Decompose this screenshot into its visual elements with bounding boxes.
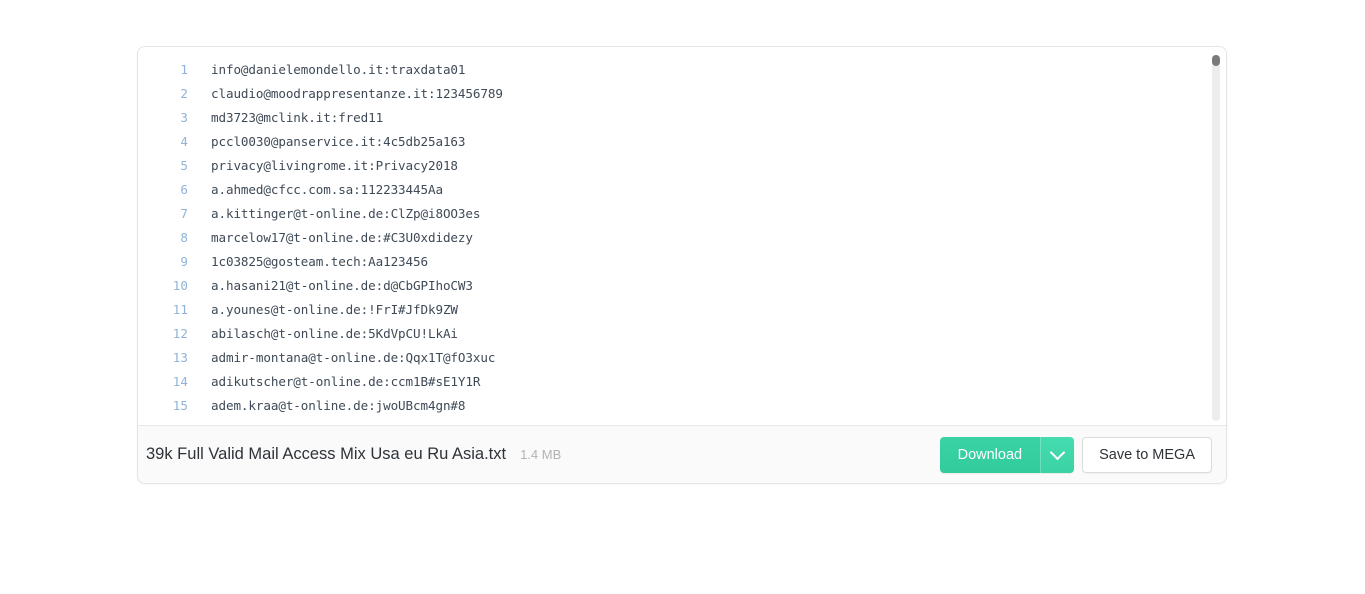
- code-line: 6 a.ahmed@cfcc.com.sa:112233445Aa: [138, 178, 1226, 202]
- code-line: 10 a.hasani21@t-online.de:d@CbGPIhoCW3: [138, 274, 1226, 298]
- preview-scrollbar-thumb[interactable]: [1212, 55, 1220, 66]
- line-number: 1: [180, 62, 188, 77]
- code-line: 4 pccl0030@panservice.it:4c5db25a163: [138, 130, 1226, 154]
- code-line-list: 1 info@danielemondello.it:traxdata01 2 clau…: [138, 58, 1226, 418]
- line-content: admir-montana@t-online.de:Qqx1T@fO3xuc: [211, 350, 496, 365]
- line-content: pccl0030@panservice.it:4c5db25a163: [211, 134, 466, 149]
- code-line: 8 marcelow17@t-online.de:#C3U0xdidezy: [138, 226, 1226, 250]
- code-line: 13 admir-montana@t-online.de:Qqx1T@fO3xuc: [138, 346, 1226, 370]
- download-split-button: Download: [939, 436, 1075, 473]
- line-number: 8: [180, 230, 188, 245]
- code-line: 14 adikutscher@t-online.de:ccm1B#sE1Y1R: [138, 370, 1226, 394]
- line-number: 10: [172, 278, 188, 293]
- line-number: 6: [180, 182, 188, 197]
- code-line: 7 a.kittinger@t-online.de:ClZp@i8OO3es: [138, 202, 1226, 226]
- line-content: marcelow17@t-online.de:#C3U0xdidezy: [211, 230, 473, 245]
- preview-scrollbar-track[interactable]: [1212, 55, 1220, 421]
- code-line: 12 abilasch@t-online.de:5KdVpCU!LkAi: [138, 322, 1226, 346]
- line-content: info@danielemondello.it:traxdata01: [211, 62, 466, 77]
- line-content: a.ahmed@cfcc.com.sa:112233445Aa: [211, 182, 443, 197]
- line-content: privacy@livingrome.it:Privacy2018: [211, 158, 458, 173]
- file-name-label: 39k Full Valid Mail Access Mix Usa eu Ru…: [146, 445, 507, 463]
- chevron-down-icon: [1049, 444, 1066, 461]
- file-size-label: 1.4 MB: [520, 447, 562, 462]
- line-number: 3: [180, 110, 188, 125]
- code-preview-area[interactable]: 1 info@danielemondello.it:traxdata01 2 clau…: [138, 47, 1226, 425]
- file-action-bar: 39k Full Valid Mail Access Mix Usa eu Ru…: [138, 425, 1226, 483]
- save-to-mega-button[interactable]: Save to MEGA: [1082, 436, 1212, 473]
- line-content: abilasch@t-online.de:5KdVpCU!LkAi: [211, 326, 458, 341]
- file-action-buttons: Download Save to MEGA: [939, 436, 1212, 473]
- line-number: 15: [172, 398, 188, 413]
- line-number: 4: [180, 134, 188, 149]
- line-content: adikutscher@t-online.de:ccm1B#sE1Y1R: [211, 374, 481, 389]
- line-content: md3723@mclink.it:fred11: [211, 110, 384, 125]
- line-content: 1c03825@gosteam.tech:Aa123456: [211, 254, 428, 269]
- download-button[interactable]: Download: [939, 436, 1041, 473]
- code-line: 5 privacy@livingrome.it:Privacy2018: [138, 154, 1226, 178]
- download-options-button[interactable]: [1040, 436, 1075, 473]
- line-content: claudio@moodrappresentanze.it:123456789: [211, 86, 503, 101]
- line-number: 11: [172, 302, 188, 317]
- line-content: a.kittinger@t-online.de:ClZp@i8OO3es: [211, 206, 481, 221]
- line-content: a.hasani21@t-online.de:d@CbGPIhoCW3: [211, 278, 473, 293]
- file-preview-card: 1 info@danielemondello.it:traxdata01 2 clau…: [137, 46, 1227, 484]
- line-number: 13: [172, 350, 188, 365]
- line-number: 2: [180, 86, 188, 101]
- line-number: 7: [180, 206, 188, 221]
- code-line: 11 a.younes@t-online.de:!FrI#JfDk9ZW: [138, 298, 1226, 322]
- page-root: 1 info@danielemondello.it:traxdata01 2 clau…: [0, 0, 1365, 594]
- code-line: 15 adem.kraa@t-online.de:jwoUBcm4gn#8: [138, 394, 1226, 418]
- line-content: adem.kraa@t-online.de:jwoUBcm4gn#8: [211, 398, 466, 413]
- code-line: 1 info@danielemondello.it:traxdata01: [138, 58, 1226, 82]
- line-number: 9: [180, 254, 188, 269]
- file-meta: 39k Full Valid Mail Access Mix Usa eu Ru…: [146, 445, 940, 464]
- line-number: 5: [180, 158, 188, 173]
- code-line: 9 1c03825@gosteam.tech:Aa123456: [138, 250, 1226, 274]
- code-line: 3 md3723@mclink.it:fred11: [138, 106, 1226, 130]
- code-line: 2 claudio@moodrappresentanze.it:123456789: [138, 82, 1226, 106]
- line-content: a.younes@t-online.de:!FrI#JfDk9ZW: [211, 302, 458, 317]
- line-number: 12: [172, 326, 188, 341]
- line-number: 14: [172, 374, 188, 389]
